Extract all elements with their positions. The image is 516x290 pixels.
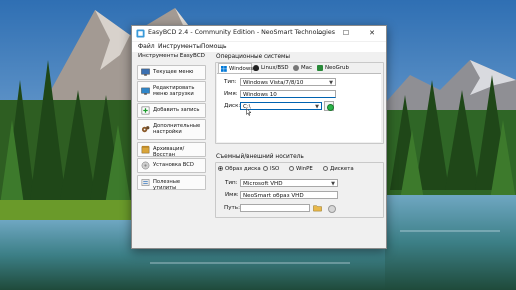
menu-tools[interactable]: Инструменты — [158, 43, 201, 50]
gears-icon — [141, 126, 150, 133]
os-name-value: Windows 10 — [243, 92, 277, 98]
drive-select[interactable]: C:\ ▼ — [240, 102, 322, 110]
menu-help[interactable]: Помощь — [201, 43, 227, 50]
tab-label: NeoGrub — [325, 65, 349, 71]
sidebar-item-bcd-deployment[interactable]: Установка BCD — [137, 158, 206, 173]
media-name-value: NeoSmart образ VHD — [243, 193, 304, 199]
os-type-value: Windows Vista/7/8/10 — [243, 80, 304, 86]
radio-dot — [289, 166, 294, 171]
radio-dot — [218, 166, 223, 171]
add-green-icon — [326, 103, 334, 111]
tab-neogrub[interactable]: NeoGrub — [317, 63, 351, 73]
easybcd-window: EasyBCD 2.4 - Community Edition - NeoSma… — [131, 25, 387, 249]
add-entry-icon — [141, 106, 150, 115]
radio-label: WinPE — [296, 166, 313, 172]
sidebar-item-label: Установка BCD — [153, 162, 194, 168]
minimize-button[interactable]: — — [308, 26, 332, 41]
chevron-down-icon: ▼ — [331, 181, 335, 187]
sidebar-item-useful-utilities[interactable]: Полезные утилиты — [137, 175, 206, 192]
radio-iso[interactable]: ISO — [263, 166, 279, 172]
windows-logo-icon — [221, 66, 227, 72]
os-section-title: Операционные системы — [216, 54, 291, 60]
radio-dot — [323, 166, 328, 171]
sidebar-title: Инструменты EasyBCD — [138, 53, 205, 59]
sidebar-item-label: Редактировать меню загрузки — [153, 85, 195, 98]
sidebar-item-backup-restore[interactable]: Архивация/Восстан — [137, 142, 206, 159]
radio-label: Образ диска — [225, 166, 261, 172]
sidebar-item-label: Текущее меню — [153, 69, 194, 75]
sidebar-item-current-menu[interactable]: Текущее меню — [137, 65, 206, 80]
windows-tab-panel: Тип: Windows Vista/7/8/10 ▼ Имя: Windows… — [217, 73, 381, 142]
sidebar-item-label: Добавить запись — [153, 107, 200, 113]
tab-linux-bsd[interactable]: Linux/BSD — [253, 63, 291, 73]
os-name-field[interactable]: Windows 10 — [240, 90, 336, 98]
type-label: Тип: — [224, 79, 237, 85]
utilities-icon — [141, 179, 150, 186]
browse-folder-icon[interactable] — [313, 203, 322, 212]
name-label: Имя: — [225, 192, 239, 198]
menu-bar: Файл Инструменты Помощь — [132, 42, 386, 52]
type-label: Тип: — [225, 180, 238, 186]
sidebar-item-edit-boot-menu[interactable]: Редактировать меню загрузки — [137, 81, 206, 102]
install-icon — [141, 161, 150, 170]
edit-menu-icon — [141, 87, 150, 95]
radio-winpe[interactable]: WinPE — [289, 166, 313, 172]
radio-dot — [263, 166, 268, 171]
close-button[interactable]: ✕ — [360, 26, 384, 41]
apple-icon — [293, 65, 299, 71]
media-type-value: Microsoft VHD — [243, 181, 283, 187]
tab-label: Linux/BSD — [261, 65, 289, 71]
sidebar-item-add-entry[interactable]: Добавить запись — [137, 103, 206, 118]
add-entry-button[interactable] — [324, 101, 334, 111]
maximize-button[interactable]: ☐ — [334, 26, 358, 41]
removable-section-frame: Образ диска ISO WinPE Дискета Тип: Micro… — [215, 162, 384, 218]
radio-label: ISO — [270, 166, 280, 172]
drive-label: Диск: — [224, 103, 241, 109]
sidebar-item-advanced-settings[interactable]: Дополнительные настройки — [137, 119, 206, 140]
tux-icon — [253, 65, 259, 71]
radio-label: Дискета — [330, 166, 354, 172]
media-name-field[interactable]: NeoSmart образ VHD — [240, 191, 338, 199]
neogrub-icon — [317, 65, 323, 71]
tab-mac[interactable]: Mac — [293, 63, 315, 73]
archive-icon — [141, 145, 150, 154]
chevron-down-icon: ▼ — [315, 104, 319, 110]
os-type-select[interactable]: Windows Vista/7/8/10 ▼ — [240, 78, 336, 86]
easybcd-logo-icon — [136, 29, 145, 38]
monitor-icon — [141, 68, 150, 76]
name-label: Имя: — [224, 91, 238, 97]
sidebar-item-label: Полезные утилиты — [153, 179, 181, 192]
media-type-select[interactable]: Microsoft VHD ▼ — [240, 179, 338, 187]
tab-label: Mac — [301, 65, 312, 71]
radio-disk-image[interactable]: Образ диска — [218, 166, 261, 172]
removable-section-title: Съемный/внешний носитель — [216, 154, 304, 160]
sidebar-item-label: Дополнительные настройки — [153, 123, 201, 136]
menu-file[interactable]: Файл — [138, 43, 155, 50]
title-bar[interactable]: EasyBCD 2.4 - Community Edition - NeoSma… — [132, 26, 386, 41]
sidebar: Инструменты EasyBCD Текущее меню Редакти… — [136, 53, 206, 243]
media-path-field[interactable] — [240, 204, 310, 212]
radio-floppy[interactable]: Дискета — [323, 166, 354, 172]
add-disabled-icon[interactable] — [328, 205, 336, 213]
sidebar-item-label: Архивация/Восстан — [153, 146, 185, 159]
path-label: Путь: — [224, 205, 240, 211]
mouse-cursor-icon — [246, 108, 252, 116]
window-title: EasyBCD 2.4 - Community Edition - NeoSma… — [148, 29, 336, 36]
chevron-down-icon: ▼ — [329, 80, 333, 86]
os-section-frame: Windows Linux/BSD Mac NeoGrub Тип: Windo… — [215, 62, 384, 144]
